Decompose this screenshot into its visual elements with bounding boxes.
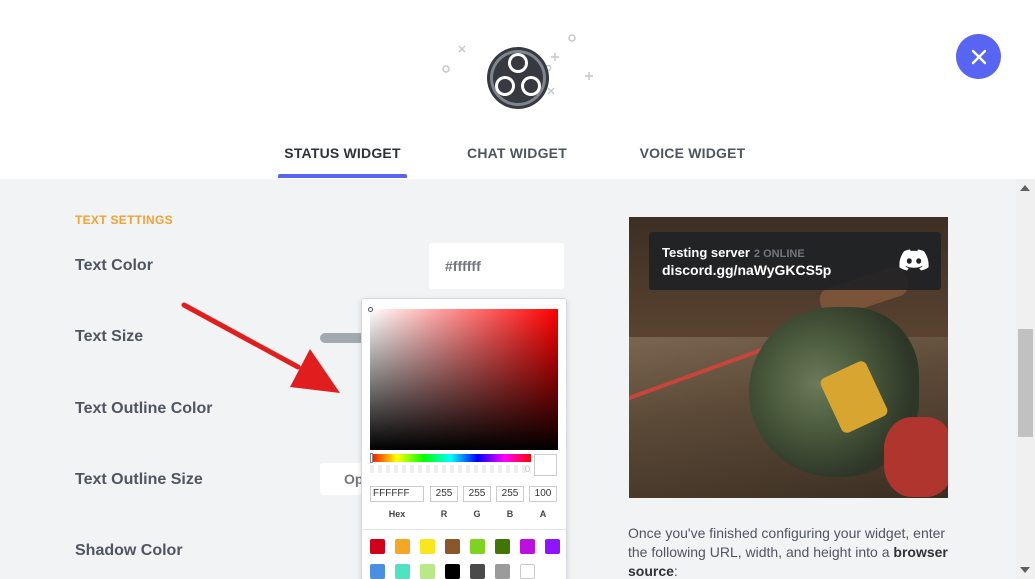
hex-label: Hex xyxy=(388,509,406,519)
server-info: Testing server 2 ONLINE xyxy=(662,245,805,260)
online-count: 2 ONLINE xyxy=(753,248,805,260)
saturation-area[interactable] xyxy=(368,307,558,450)
alpha-marker-label: 0 xyxy=(525,464,531,474)
color-picker-popup: 0 FFFFFF 255 255 255 100 Hex R G B A xyxy=(361,298,567,579)
color-swatch[interactable] xyxy=(520,539,535,554)
tab-voice-widget[interactable]: VOICE WIDGET xyxy=(625,145,760,178)
color-swatch[interactable] xyxy=(445,564,460,579)
color-swatch[interactable] xyxy=(495,539,510,554)
color-swatch[interactable] xyxy=(370,564,385,579)
widget-tabs: STATUS WIDGET CHAT WIDGET VOICE WIDGET xyxy=(0,140,1035,179)
text-color-input[interactable]: #ffffff xyxy=(429,243,564,289)
text-size-label: Text Size xyxy=(75,328,144,345)
saturation-handle[interactable] xyxy=(368,307,373,312)
help-text: Once you've finished configuring your wi… xyxy=(628,524,948,579)
color-swatch[interactable] xyxy=(470,539,485,554)
status-widget-overlay: Testing server 2 ONLINE discord.gg/naWyGK… xyxy=(649,232,941,290)
discord-icon xyxy=(899,249,929,271)
a-label: A xyxy=(539,509,547,519)
hue-handle[interactable] xyxy=(370,453,373,463)
color-swatch[interactable] xyxy=(520,564,535,579)
active-tab-indicator xyxy=(278,174,407,178)
widget-preview: Testing server 2 ONLINE discord.gg/naWyGK… xyxy=(629,217,948,498)
color-swatch[interactable] xyxy=(470,564,485,579)
color-swatch[interactable] xyxy=(545,539,560,554)
text-outline-size-button[interactable]: Op xyxy=(320,463,365,495)
g-label: G xyxy=(473,509,481,519)
hex-field[interactable]: FFFFFF xyxy=(370,486,424,502)
logo-area xyxy=(440,30,600,110)
b-label: B xyxy=(506,509,514,519)
color-swatch[interactable] xyxy=(495,564,510,579)
alpha-slider[interactable] xyxy=(370,465,531,473)
scroll-up-arrow-icon[interactable] xyxy=(1020,185,1030,191)
header: STATUS WIDGET CHAT WIDGET VOICE WIDGET xyxy=(0,0,1035,179)
color-swatch[interactable] xyxy=(395,564,410,579)
server-name: Testing server xyxy=(662,245,750,260)
preview-weapon-red xyxy=(884,417,948,497)
text-color-label: Text Color xyxy=(75,257,153,274)
r-field[interactable]: 255 xyxy=(430,486,458,502)
r-label: R xyxy=(440,509,448,519)
shadow-color-label: Shadow Color xyxy=(75,542,183,559)
color-swatch[interactable] xyxy=(420,564,435,579)
arrow-annotation-icon xyxy=(181,302,340,393)
color-swatch[interactable] xyxy=(445,539,460,554)
g-field[interactable]: 255 xyxy=(463,486,491,502)
color-preview-swatch xyxy=(534,454,557,476)
scrollbar[interactable] xyxy=(1016,179,1035,579)
scroll-down-arrow-icon[interactable] xyxy=(1020,567,1030,573)
obs-logo-icon xyxy=(442,34,593,109)
section-title: TEXT SETTINGS xyxy=(75,213,173,227)
color-swatch[interactable] xyxy=(395,539,410,554)
text-outline-size-label: Text Outline Size xyxy=(75,471,203,488)
color-swatch[interactable] xyxy=(370,539,385,554)
picker-divider xyxy=(362,529,566,530)
text-outline-color-label: Text Outline Color xyxy=(75,400,213,417)
close-icon xyxy=(971,49,986,64)
help-text-end: : xyxy=(673,563,678,579)
hue-slider[interactable] xyxy=(370,453,531,463)
close-button[interactable] xyxy=(956,34,1001,79)
invite-link: discord.gg/naWyGKCS5p xyxy=(662,262,832,278)
color-swatch[interactable] xyxy=(420,539,435,554)
b-field[interactable]: 255 xyxy=(496,486,524,502)
a-field[interactable]: 100 xyxy=(529,486,557,502)
tab-chat-widget[interactable]: CHAT WIDGET xyxy=(452,145,582,178)
scroll-thumb[interactable] xyxy=(1018,329,1033,437)
